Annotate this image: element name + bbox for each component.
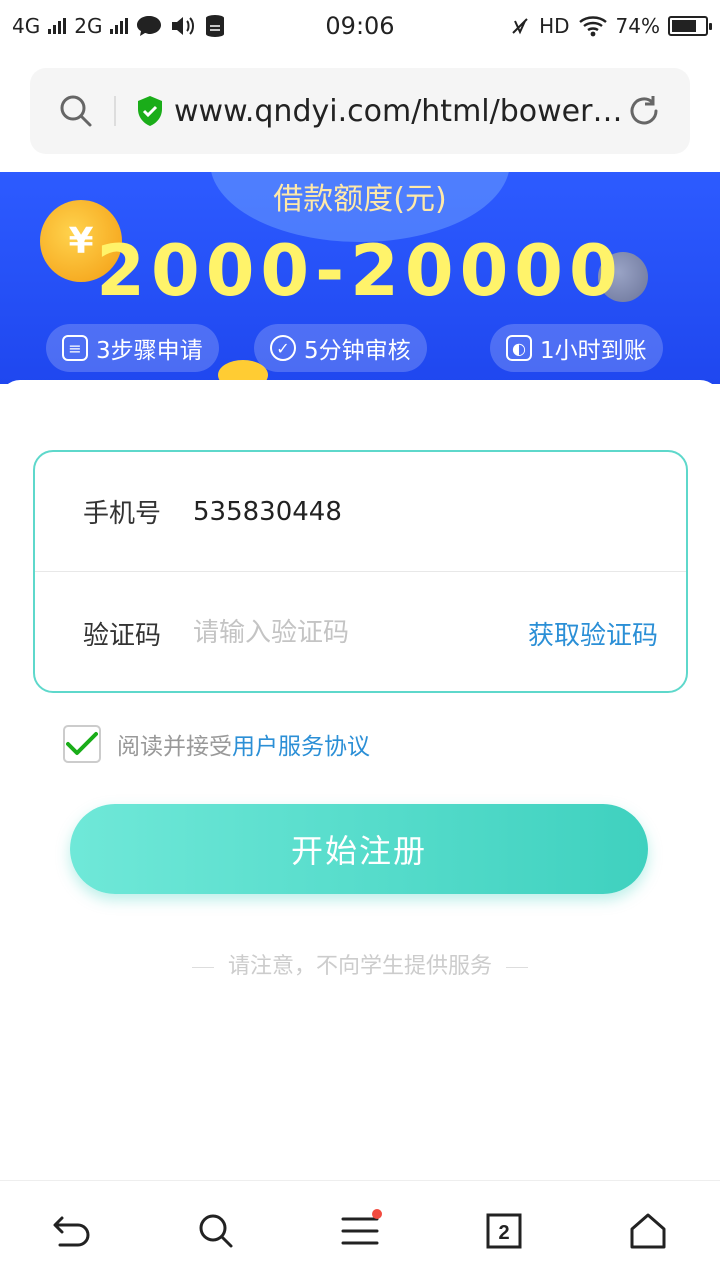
chat-icon	[137, 16, 162, 36]
url-text[interactable]: www.qndyi.com/html/bower/…	[174, 94, 626, 129]
nav-menu-button[interactable]	[324, 1195, 396, 1267]
phone-input[interactable]	[193, 496, 658, 527]
battery-icon	[668, 16, 712, 36]
signal-icon-2	[110, 18, 129, 34]
battery-fill	[672, 20, 696, 32]
code-label: 验证码	[83, 620, 162, 651]
nav-tabs-button[interactable]: 2	[468, 1195, 540, 1267]
notice-dash-right	[506, 966, 528, 968]
network-type-1: 4G	[12, 14, 41, 38]
agreement-checkbox[interactable]	[63, 725, 101, 763]
phone-row: 手机号	[35, 452, 686, 572]
feature-pill-review: ✓ 5分钟审核	[254, 324, 427, 372]
loan-banner: ¥ 借款额度(元) 2000-20000 ≡ 3步骤申请 ✓ 5分钟审核 ◐ 1…	[0, 172, 720, 384]
tabs-icon: 2	[486, 1213, 522, 1248]
search-icon	[199, 1214, 233, 1247]
feature-label: 5分钟审核	[304, 338, 411, 364]
status-left: 4G 2G	[12, 14, 226, 38]
refresh-icon[interactable]	[626, 93, 662, 129]
wifi-icon	[578, 16, 607, 37]
feature-pill-payout: ◐ 1小时到账	[490, 324, 663, 372]
agreement-text: 阅读并接受	[117, 734, 232, 760]
battery-percent: 74%	[615, 14, 660, 38]
back-icon	[53, 1216, 90, 1246]
nav-search-button[interactable]	[180, 1195, 252, 1267]
volume-icon	[172, 17, 195, 35]
nfc-off-icon	[512, 18, 528, 35]
feature-label: 3步骤申请	[96, 338, 203, 364]
menu-icon	[341, 1217, 379, 1244]
home-icon	[630, 1213, 666, 1248]
url-bar[interactable]: www.qndyi.com/html/bower/…	[30, 68, 690, 154]
shield-check-icon	[138, 96, 162, 126]
feature-pill-steps: ≡ 3步骤申请	[46, 324, 219, 372]
notice-text: 请注意，不向学生提供服务	[227, 954, 492, 979]
register-form: 手机号 验证码 获取验证码	[33, 450, 688, 693]
get-code-button[interactable]: 获取验证码	[528, 615, 658, 652]
search-icon[interactable]	[58, 93, 94, 129]
url-divider	[114, 96, 116, 126]
nav-home-button[interactable]	[612, 1195, 684, 1267]
check-circle-icon: ✓	[270, 335, 296, 361]
notice-row: 请注意，不向学生提供服务	[0, 948, 720, 980]
menu-badge-dot	[372, 1208, 382, 1219]
status-bar: 4G 2G 09:06 HD 74%	[0, 0, 720, 52]
banner-amount: 2000-20000	[96, 230, 624, 312]
nav-back-button[interactable]	[36, 1195, 108, 1267]
tab-count: 2	[498, 1222, 509, 1244]
checkmark-icon	[66, 732, 98, 755]
phone-label: 手机号	[83, 499, 162, 529]
wallet-icon: ◐	[506, 335, 532, 361]
storage-icon	[206, 15, 225, 37]
notice-dash-left	[191, 966, 214, 968]
verification-code-input[interactable]	[193, 618, 528, 648]
code-row: 验证码 获取验证码	[35, 573, 686, 693]
banner-title: 借款额度(元)	[273, 182, 447, 217]
feature-label: 1小时到账	[540, 338, 647, 364]
agreement-link[interactable]: 用户服务协议	[232, 734, 370, 760]
status-right: HD 74%	[509, 14, 712, 38]
agreement-row: 阅读并接受用户服务协议	[63, 725, 370, 763]
register-sheet: 手机号 验证码 获取验证码 阅读并接受用户服务协议 开始注册 请注意，不向学生提…	[0, 380, 720, 1180]
bottom-nav: 2	[0, 1180, 720, 1280]
document-icon: ≡	[62, 335, 88, 361]
network-type-2: 2G	[74, 14, 103, 38]
signal-icon	[48, 18, 67, 34]
register-button[interactable]: 开始注册	[70, 804, 648, 894]
hd-label: HD	[539, 14, 570, 38]
